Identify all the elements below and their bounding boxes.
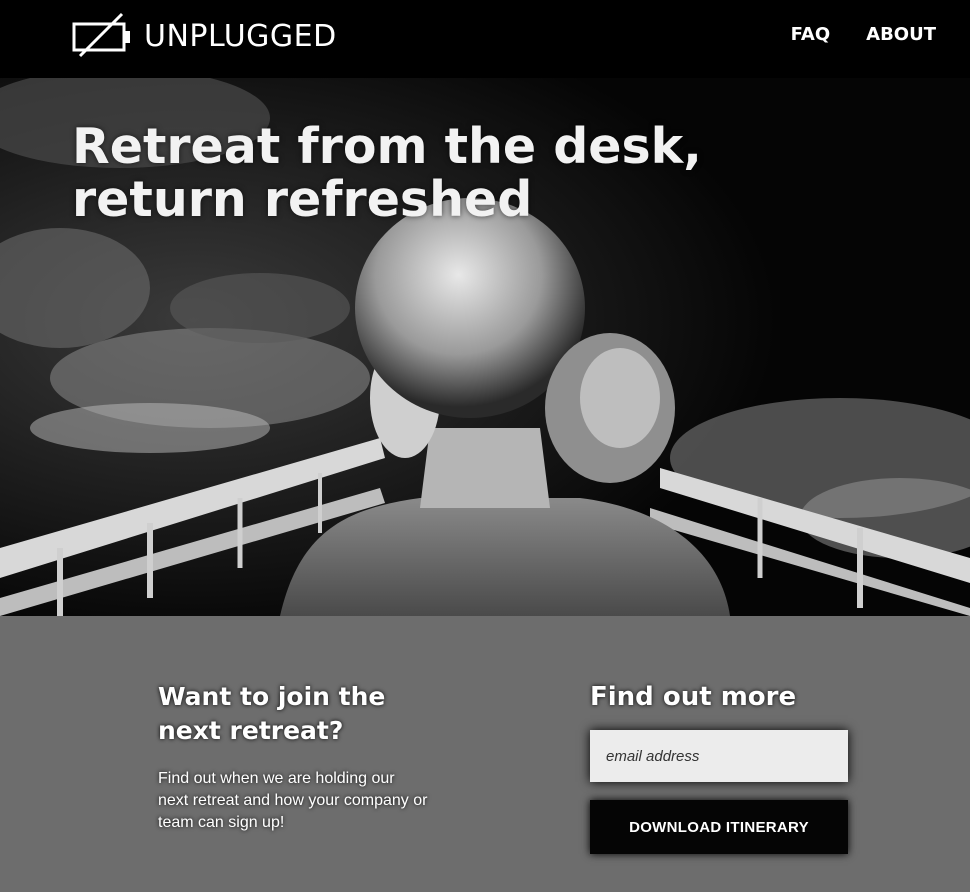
site-header: UNPLUGGED FAQ ABOUT [0, 0, 970, 78]
hero-title: Retreat from the desk, return refreshed [72, 118, 702, 228]
find-out-more-block: Find out more DOWNLOAD ITINERARY [590, 680, 850, 854]
hero: Retreat from the desk, return refreshed [0, 78, 970, 616]
nav-about[interactable]: ABOUT [866, 24, 936, 45]
battery-empty-icon [72, 12, 132, 60]
download-itinerary-button[interactable]: DOWNLOAD ITINERARY [590, 800, 848, 854]
join-text: Find out when we are holding our next re… [158, 770, 428, 831]
main-nav: FAQ ABOUT [755, 24, 936, 45]
email-input[interactable] [590, 730, 848, 782]
logo[interactable]: UNPLUGGED [72, 12, 337, 60]
join-title: Want to join the next retreat? [158, 682, 386, 745]
find-out-more-title: Find out more [590, 682, 797, 712]
join-block: Want to join the next retreat? Find out … [158, 680, 458, 834]
nav-faq[interactable]: FAQ [791, 24, 830, 45]
logo-text: UNPLUGGED [144, 18, 337, 54]
signup-section: Want to join the next retreat? Find out … [0, 616, 970, 892]
